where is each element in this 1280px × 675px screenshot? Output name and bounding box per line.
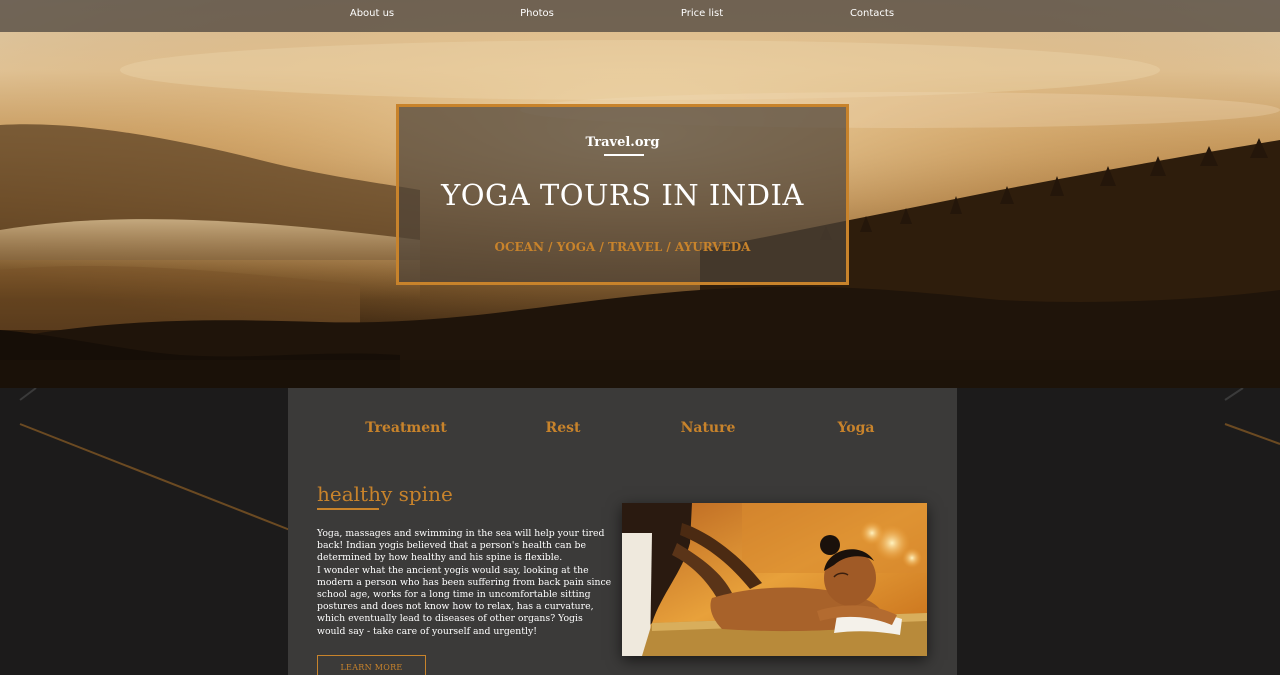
tab-rest[interactable]: Rest <box>546 420 581 436</box>
heading-underline <box>317 508 379 510</box>
content-panel: Treatment Rest Nature Yoga healthy spine… <box>288 388 957 675</box>
section-heading: healthy spine <box>317 482 453 506</box>
nav-about-us[interactable]: About us <box>350 8 394 19</box>
article-paragraph: I wonder what the ancient yogis would sa… <box>317 564 612 637</box>
top-navigation: About us Photos Price list Contacts <box>0 0 1280 32</box>
article-body: Yoga, massages and swimming in the sea w… <box>317 528 613 638</box>
hero-tagline: OCEAN / YOGA / TRAVEL / AYURVEDA <box>494 240 751 254</box>
tab-yoga[interactable]: Yoga <box>838 420 875 436</box>
hero-title-box: Travel.org YOGA TOURS IN INDIA OCEAN / Y… <box>396 104 849 285</box>
tab-treatment[interactable]: Treatment <box>365 420 447 436</box>
nav-photos[interactable]: Photos <box>520 8 554 19</box>
massage-photo <box>622 503 927 656</box>
brand-logo[interactable]: Travel.org <box>399 135 846 150</box>
brand-underline <box>604 154 644 156</box>
nav-price-list[interactable]: Price list <box>681 8 723 19</box>
article-paragraph: Yoga, massages and swimming in the sea w… <box>317 528 605 564</box>
hero-title: YOGA TOURS IN INDIA <box>441 178 804 212</box>
nav-contacts[interactable]: Contacts <box>850 8 894 19</box>
learn-more-button[interactable]: LEARN MORE <box>317 655 426 675</box>
tab-nature[interactable]: Nature <box>681 420 736 436</box>
